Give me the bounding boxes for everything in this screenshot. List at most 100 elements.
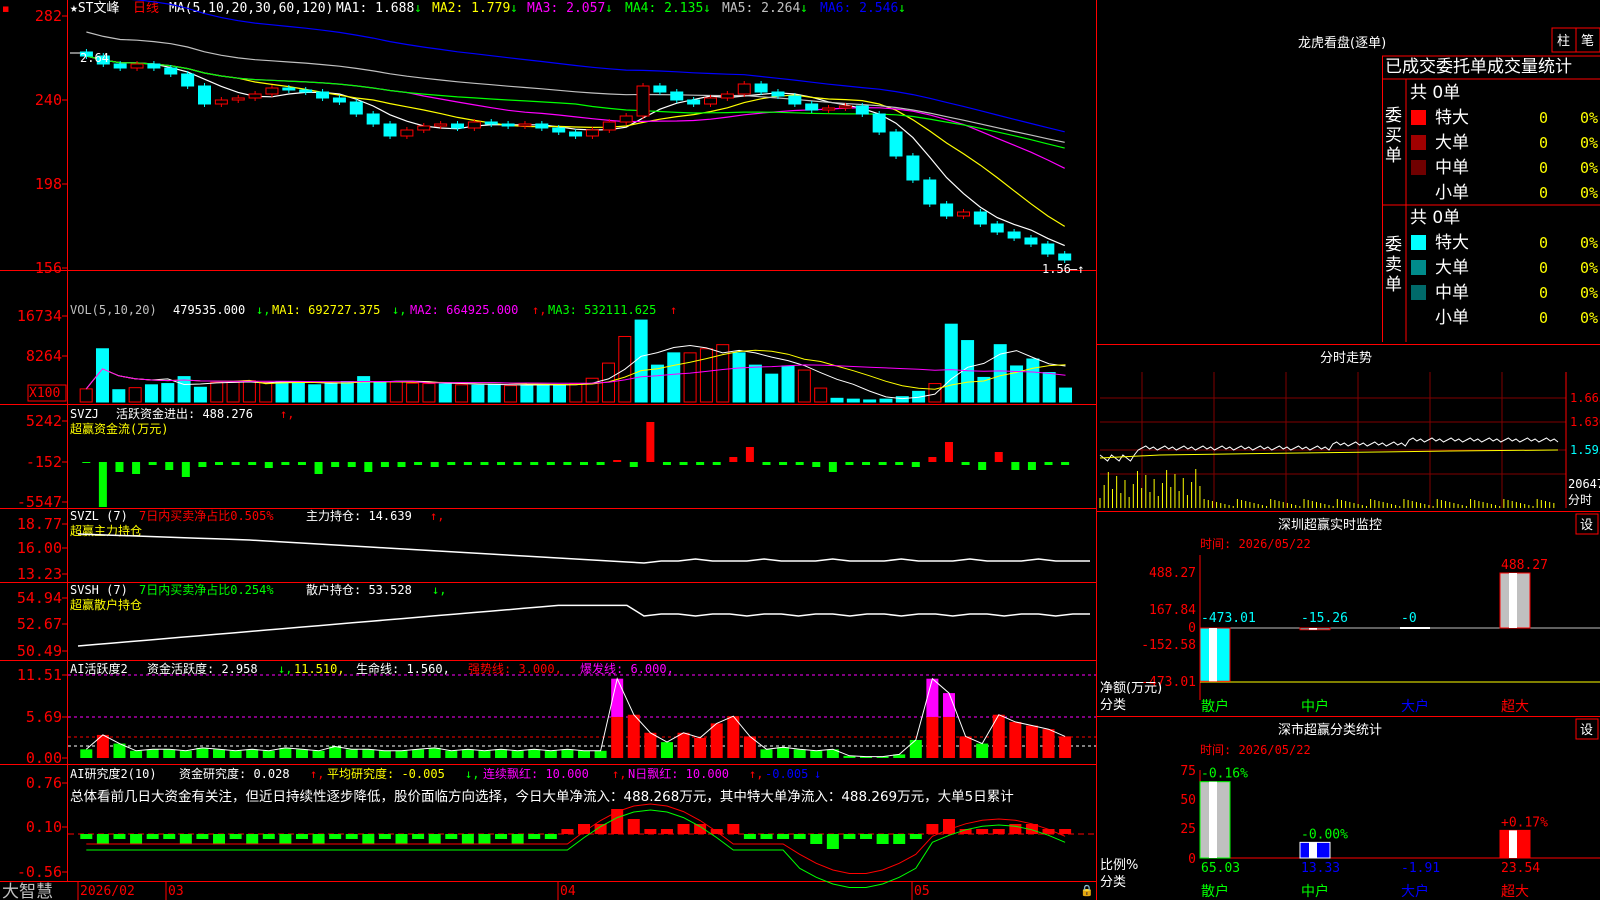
ai2-bar	[942, 819, 955, 834]
intraday-chart[interactable]: 1.665 1.630 1.595 20647 分时	[1099, 372, 1600, 508]
ai2-bar	[627, 819, 640, 834]
stock-name: ★ST文峰	[70, 1, 119, 16]
candle-body	[467, 121, 481, 129]
ai1-bar	[561, 749, 574, 758]
svzj-bar	[712, 462, 721, 465]
buy-title: 委买单	[1385, 106, 1402, 166]
ma-arrow-6: ↓	[898, 1, 906, 16]
candle-body	[872, 113, 886, 133]
svzj-bar	[380, 462, 389, 467]
ai2-bar	[644, 829, 657, 834]
ma-line-3	[86, 55, 1065, 169]
ai1-y-axis: 11.51 5.69 0.00	[17, 666, 67, 767]
candle-body	[1058, 253, 1072, 261]
cls-settings-label: 设	[1580, 723, 1593, 738]
ai2-bar	[262, 834, 275, 839]
ai1-bar	[528, 749, 541, 758]
ai1-strong-line: 强势线: 3.000,	[468, 662, 562, 676]
right.buy_rows-pct-3: 0%	[1580, 184, 1598, 202]
menu-icon[interactable]: ▪	[2, 2, 9, 15]
candle-body	[366, 113, 380, 125]
candlesticks[interactable]	[79, 49, 1072, 263]
svzl-name: SVZL (7)	[70, 509, 128, 523]
volume-bar	[634, 319, 648, 403]
volume-bar	[895, 396, 909, 403]
low-arrow-icon: —↑	[1070, 262, 1084, 276]
ai1-bar	[627, 714, 640, 758]
ai1-bar	[710, 723, 723, 758]
svzj-label: 活跃资金进出: 488.276	[116, 406, 253, 421]
right.buy_rows-count-0: 0	[1539, 109, 1548, 127]
candle-body	[737, 83, 751, 95]
period-label[interactable]: 日线	[133, 1, 159, 16]
svzj-tick-2: -5547	[17, 493, 62, 511]
intraday-price-0: 1.665	[1570, 391, 1600, 405]
volume-bar	[471, 384, 485, 403]
svzl-tick-2: 13.23	[17, 565, 62, 583]
svzl-holding: 主力持仓: 14.639	[306, 508, 412, 523]
candle-body	[451, 123, 464, 129]
chart-canvas[interactable]: ▪ ★ST文峰 日线 MA(5,10,20,30,60,120) MA1: 1.…	[0, 0, 1600, 900]
candle-body	[602, 121, 616, 131]
volume-bar	[781, 365, 795, 403]
ai2-bar	[893, 834, 906, 844]
volume-bar	[944, 323, 958, 403]
volume-bar	[650, 364, 664, 403]
ai1-bar	[262, 750, 275, 758]
svzj-bar	[480, 462, 489, 465]
ai2-tick-0: 0.76	[26, 774, 62, 792]
svzj-bar	[98, 462, 107, 507]
ma-line-2	[86, 55, 1066, 227]
intraday-vol-label: 20647	[1568, 477, 1600, 491]
candle-body	[332, 97, 346, 103]
ai1-bar	[909, 739, 922, 758]
cls-cat-2: 大户	[1401, 883, 1429, 900]
svzj-bar	[82, 462, 91, 463]
svzl-line	[77, 533, 1090, 564]
x-axis: 大智慧 2026/02 03 04 05 🔒	[2, 882, 1094, 900]
ai1-bar	[1009, 721, 1022, 758]
right.buy_rows-pct-1: 0%	[1580, 134, 1598, 152]
ma-arrow-2: ↓	[510, 1, 518, 16]
candle-body	[147, 63, 161, 69]
ai1-bar	[163, 749, 176, 758]
right-panel[interactable]: 龙虎看盘(逐单) 柱 笔 已成交委托单成交量统计 委买单 委卖单 共 0单 共 …	[1096, 27, 1600, 900]
cls-xlabel: 分类	[1100, 875, 1126, 890]
svzj-bar	[1044, 462, 1053, 465]
ai2-bar	[345, 834, 358, 839]
sz-monitor-title: 深圳超赢实时监控	[1278, 517, 1382, 533]
svzl-panel[interactable]: SVZL (7) 7日内买卖净占比0.505% 主力持仓: 14.639 ↑, …	[17, 508, 1090, 583]
svzj-bar	[580, 462, 588, 465]
svzj-panel[interactable]: SVZJ 活跃资金进出: 488.276 ↑, 超赢资金流(万元) 5242 -1…	[17, 406, 1070, 511]
volume-bar	[487, 383, 501, 403]
sz-tick-1: 167.84	[1149, 603, 1196, 618]
svzj-bar	[132, 462, 141, 474]
sz-bar-label-1: -15.26	[1301, 611, 1348, 626]
volume-bar	[422, 383, 436, 403]
ai2-average-line	[86, 809, 1066, 888]
cls-bar-highlight-0	[1209, 781, 1217, 858]
volume-panel[interactable]: VOL(5,10,20) 479535.000 ↓, MA1: 692727.3…	[17, 303, 1073, 403]
ai1-bar	[362, 749, 375, 758]
volume-bar	[830, 397, 844, 403]
right.sell_rows-name-2: 中单	[1435, 283, 1469, 303]
ai1-bar	[810, 750, 823, 758]
ai-activity-panel[interactable]: AI活跃度2 资金活跃度: 2.958 ↓, 11.510, 生命线: 1.56…	[17, 661, 1096, 767]
price-panel[interactable]: ▪ ★ST文峰 日线 MA(5,10,20,30,60,120) MA1: 1.…	[2, 0, 1084, 277]
svzj-bar	[414, 462, 423, 465]
ai2-bar	[876, 834, 889, 844]
volume-bar	[389, 381, 403, 403]
right.buy_rows-count-3: 0	[1539, 184, 1548, 202]
volume-bar	[161, 383, 175, 403]
svsh-y-axis: 54.94 52.67 50.49	[17, 589, 67, 660]
ai-research-panel[interactable]: AI研究度2(10) 资金研究度: 0.028 ↑, 平均研究度: -0.005…	[17, 766, 1096, 888]
ma-line-5	[86, 31, 1065, 143]
svzj-bar	[347, 462, 356, 467]
svsh-panel[interactable]: SVSH (7) 7日内买卖净占比0.254% 散户持仓: 53.528 ↓, …	[17, 582, 1090, 660]
ma-value-1: MA1: 1.688	[336, 1, 414, 16]
right.buy_rows-pct-2: 0%	[1580, 159, 1598, 177]
vol-tick-1: 8264	[26, 347, 62, 365]
lock-icon[interactable]: 🔒	[1080, 884, 1094, 897]
volume-bar	[193, 386, 207, 403]
svzj-tick-1: -152	[26, 453, 62, 471]
